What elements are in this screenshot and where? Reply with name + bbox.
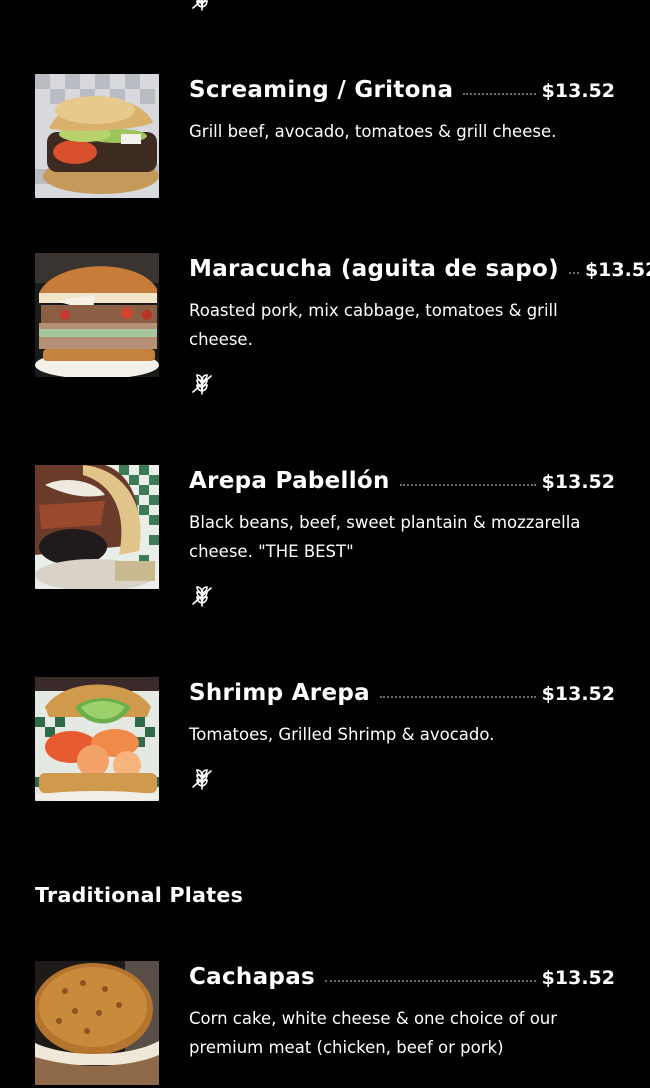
cachapa-photo bbox=[35, 961, 159, 1085]
item-name: Cachapas bbox=[189, 964, 316, 990]
item-price: $13.52 bbox=[541, 80, 615, 102]
item-description: Roasted pork, mix cabbage, tomatoes & gr… bbox=[189, 301, 558, 349]
arepa-grilled-beef-photo bbox=[35, 74, 159, 198]
item-price: $13.52 bbox=[541, 471, 615, 493]
gluten-free-icon bbox=[189, 584, 215, 608]
item-name: Maracucha (aguita de sapo) bbox=[189, 256, 559, 282]
price-leader bbox=[463, 93, 536, 95]
item-name: Shrimp Arepa bbox=[189, 680, 370, 706]
item-name: Screaming / Gritona bbox=[189, 77, 454, 103]
section-title: Traditional Plates bbox=[35, 883, 244, 907]
price-leader bbox=[379, 696, 536, 698]
arepa-pabellon-photo bbox=[35, 465, 159, 589]
price-leader bbox=[325, 980, 536, 982]
menu-section: Screaming / Gritona $13.52 Grill beef, a… bbox=[0, 0, 650, 1088]
item-price: $13.52 bbox=[541, 683, 615, 705]
item-description: Grill beef, avocado, tomatoes & grill ch… bbox=[189, 122, 557, 141]
gluten-free-icon bbox=[189, 0, 215, 12]
item-price: $13.52 bbox=[584, 259, 650, 281]
price-leader bbox=[399, 484, 536, 486]
arepa-shrimp-photo bbox=[35, 677, 159, 801]
item-price: $13.52 bbox=[541, 967, 615, 989]
arepa-roasted-pork-photo bbox=[35, 253, 159, 377]
gluten-free-icon bbox=[189, 767, 215, 791]
price-leader bbox=[568, 272, 579, 274]
item-description: Tomatoes, Grilled Shrimp & avocado. bbox=[189, 725, 495, 744]
item-name: Arepa Pabellón bbox=[189, 468, 390, 494]
item-description: Black beans, beef, sweet plantain & mozz… bbox=[189, 513, 581, 561]
gluten-free-icon bbox=[189, 372, 215, 396]
item-description: Corn cake, white cheese & one choice of … bbox=[189, 1009, 558, 1057]
